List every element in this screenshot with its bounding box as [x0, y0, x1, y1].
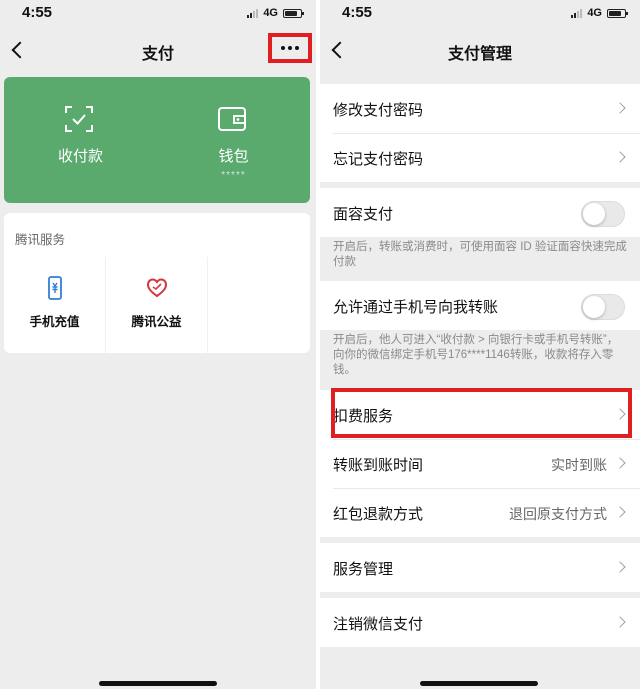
- toggle-knob: [583, 203, 605, 225]
- face-pay-row: 面容支付: [320, 188, 640, 237]
- row-value: 退回原支付方式: [509, 506, 607, 522]
- password-group: 修改支付密码 忘记支付密码: [320, 84, 640, 182]
- cancel-pay-group: 注销微信支付: [320, 598, 640, 647]
- phone-recharge-icon: [48, 276, 62, 300]
- phone-transfer-group: 允许通过手机号向我转账: [320, 281, 640, 330]
- phone-transfer-note: 开启后，他人可进入“收付款 > 向银行卡或手机号转账”，向你的微信绑定手机号17…: [333, 334, 619, 376]
- services-grid: 手机充值 腾讯公益: [4, 257, 310, 353]
- payment-screen: 4:55 4G 支付 收付款 钱包 ***** 腾讯服务 手机充值 腾讯公益: [0, 0, 316, 689]
- tencent-services-section: 腾讯服务 手机充值 腾讯公益: [4, 213, 310, 353]
- chevron-right-icon: [614, 102, 626, 114]
- forgot-password-row[interactable]: 忘记支付密码: [320, 133, 640, 182]
- phone-transfer-row: 允许通过手机号向我转账: [320, 281, 640, 330]
- home-indicator[interactable]: [99, 681, 217, 686]
- transfer-time-row[interactable]: 转账到账时间 实时到账: [320, 439, 640, 488]
- chevron-right-icon: [614, 506, 626, 518]
- battery-icon: [283, 8, 304, 18]
- status-time: 4:55: [342, 4, 373, 21]
- more-options-button[interactable]: [268, 33, 312, 63]
- payment-management-screen: 4:55 4G 支付管理 修改支付密码 忘记支付密码 面容支付 开启后，转账或消…: [320, 0, 640, 689]
- row-value: 实时到账: [551, 457, 607, 473]
- wallet-button[interactable]: 钱包 *****: [157, 77, 310, 203]
- scan-check-icon: [65, 106, 93, 132]
- face-pay-group: 面容支付: [320, 188, 640, 237]
- chevron-right-icon: [614, 616, 626, 628]
- wallet-balance-masked: *****: [221, 170, 246, 181]
- network-type: 4G: [587, 7, 602, 19]
- nav-bar: 支付管理: [320, 26, 640, 74]
- row-label: 允许通过手机号向我转账: [333, 299, 499, 316]
- chevron-right-icon: [614, 408, 626, 420]
- service-label: 腾讯公益: [131, 315, 182, 329]
- wallet-icon: [218, 107, 246, 131]
- home-indicator[interactable]: [420, 681, 538, 686]
- row-label: 红包退款方式: [333, 506, 424, 523]
- nav-bar: 支付: [0, 26, 316, 74]
- change-password-row[interactable]: 修改支付密码: [320, 84, 640, 133]
- status-time: 4:55: [22, 4, 53, 21]
- service-tencent-charity[interactable]: 腾讯公益: [106, 257, 208, 353]
- page-title: 支付管理: [447, 46, 512, 63]
- cancel-wechat-pay-row[interactable]: 注销微信支付: [320, 598, 640, 647]
- service-label: 手机充值: [29, 315, 80, 329]
- toggle-knob: [583, 296, 605, 318]
- status-indicators: 4G: [247, 7, 304, 19]
- signal-icon: [247, 8, 259, 18]
- receive-pay-button[interactable]: 收付款: [4, 77, 157, 203]
- row-label: 服务管理: [333, 561, 394, 578]
- more-dot-icon: [281, 46, 285, 50]
- service-management-group: 服务管理: [320, 543, 640, 592]
- chevron-right-icon: [614, 151, 626, 163]
- more-dot-icon: [295, 46, 299, 50]
- payment-settings-group: 扣费服务 转账到账时间 实时到账 红包退款方式 退回原支付方式: [320, 390, 640, 537]
- face-pay-toggle[interactable]: [581, 201, 625, 227]
- service-phone-recharge[interactable]: 手机充值: [4, 257, 106, 353]
- row-label: 转账到账时间: [333, 457, 424, 474]
- red-packet-refund-row[interactable]: 红包退款方式 退回原支付方式: [320, 488, 640, 537]
- wallet-label: 钱包: [218, 148, 249, 165]
- service-management-row[interactable]: 服务管理: [320, 543, 640, 592]
- signal-icon: [571, 8, 583, 18]
- status-indicators: 4G: [571, 7, 628, 19]
- deduction-services-row[interactable]: 扣费服务: [320, 390, 640, 439]
- receive-pay-label: 收付款: [57, 148, 103, 165]
- section-title: 腾讯服务: [15, 233, 66, 247]
- row-label: 修改支付密码: [333, 102, 424, 119]
- row-label: 注销微信支付: [333, 616, 424, 633]
- status-bar: 4:55 4G: [0, 0, 316, 26]
- network-type: 4G: [263, 7, 278, 19]
- chevron-right-icon: [614, 561, 626, 573]
- status-bar: 4:55 4G: [320, 0, 640, 26]
- row-label: 忘记支付密码: [333, 151, 424, 168]
- service-empty-slot: [208, 257, 310, 353]
- charity-heart-icon: [146, 278, 168, 298]
- row-label: 面容支付: [333, 206, 394, 223]
- chevron-right-icon: [614, 457, 626, 469]
- battery-icon: [607, 8, 628, 18]
- phone-transfer-toggle[interactable]: [581, 294, 625, 320]
- face-pay-note: 开启后，转账或消费时，可使用面容 ID 验证面容快速完成付款: [333, 241, 627, 268]
- wallet-card: 收付款 钱包 *****: [4, 77, 310, 203]
- more-dot-icon: [288, 46, 292, 50]
- row-label: 扣费服务: [333, 408, 394, 425]
